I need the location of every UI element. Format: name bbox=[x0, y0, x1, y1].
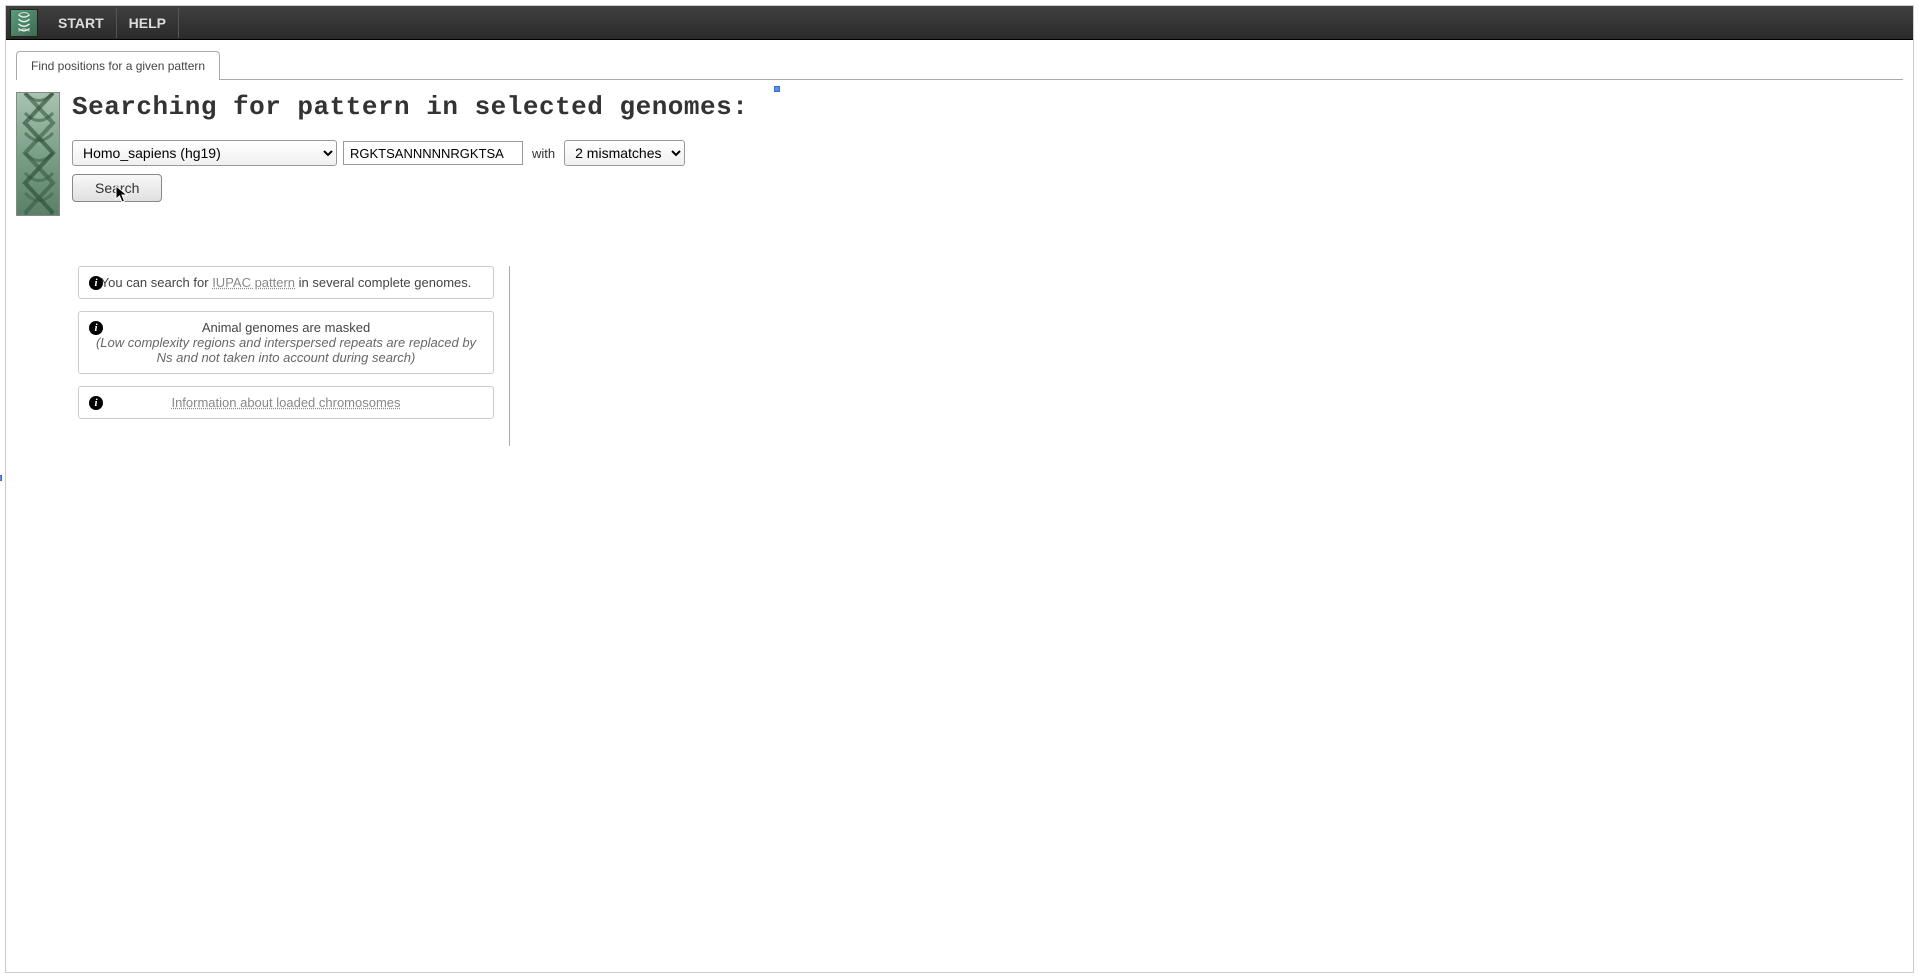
info-icon: i bbox=[89, 321, 103, 335]
info-icon: i bbox=[89, 396, 103, 410]
info-box-iupac: i You can search for IUPAC pattern in se… bbox=[78, 266, 494, 299]
dna-sidebar-image bbox=[16, 92, 60, 216]
page-title: Searching for pattern in selected genome… bbox=[72, 92, 1903, 122]
genome-select[interactable]: Homo_sapiens (hg19) bbox=[72, 140, 337, 166]
with-label: with bbox=[532, 146, 555, 161]
info-text: You can search for bbox=[101, 275, 213, 290]
vertical-divider bbox=[509, 266, 510, 446]
info-boxes: i You can search for IUPAC pattern in se… bbox=[78, 266, 494, 446]
info-text: in several complete genomes. bbox=[295, 275, 471, 290]
nav-start[interactable]: START bbox=[46, 8, 117, 38]
info-box-chromosomes: i Information about loaded chromosomes bbox=[78, 386, 494, 419]
content-area: Find positions for a given pattern Searc… bbox=[6, 40, 1913, 456]
info-masked-detail: (Low complexity regions and interspersed… bbox=[91, 335, 481, 365]
controls-row: Homo_sapiens (hg19) with 2 mismatches bbox=[72, 140, 1903, 166]
info-box-masked: i Animal genomes are masked (Low complex… bbox=[78, 311, 494, 374]
chromosome-info-link[interactable]: Information about loaded chromosomes bbox=[171, 395, 400, 410]
search-button[interactable]: Search bbox=[72, 174, 162, 202]
info-section: i You can search for IUPAC pattern in se… bbox=[78, 266, 1903, 446]
selection-handle bbox=[0, 475, 2, 481]
tab-bar: Find positions for a given pattern bbox=[16, 50, 1903, 80]
form-area: Searching for pattern in selected genome… bbox=[72, 92, 1903, 216]
app-logo[interactable] bbox=[10, 9, 38, 37]
top-nav: START HELP bbox=[6, 6, 1913, 40]
pattern-input[interactable] bbox=[343, 141, 523, 165]
nav-help[interactable]: HELP bbox=[117, 8, 179, 38]
selection-handle bbox=[774, 86, 780, 92]
tab-find-positions[interactable]: Find positions for a given pattern bbox=[16, 51, 220, 80]
dna-logo-icon bbox=[13, 12, 35, 34]
main-content: Searching for pattern in selected genome… bbox=[16, 92, 1903, 216]
info-masked-title: Animal genomes are masked bbox=[202, 320, 370, 335]
info-icon: i bbox=[89, 276, 103, 290]
mismatch-select[interactable]: 2 mismatches bbox=[564, 140, 685, 166]
iupac-pattern-link[interactable]: IUPAC pattern bbox=[212, 275, 295, 290]
